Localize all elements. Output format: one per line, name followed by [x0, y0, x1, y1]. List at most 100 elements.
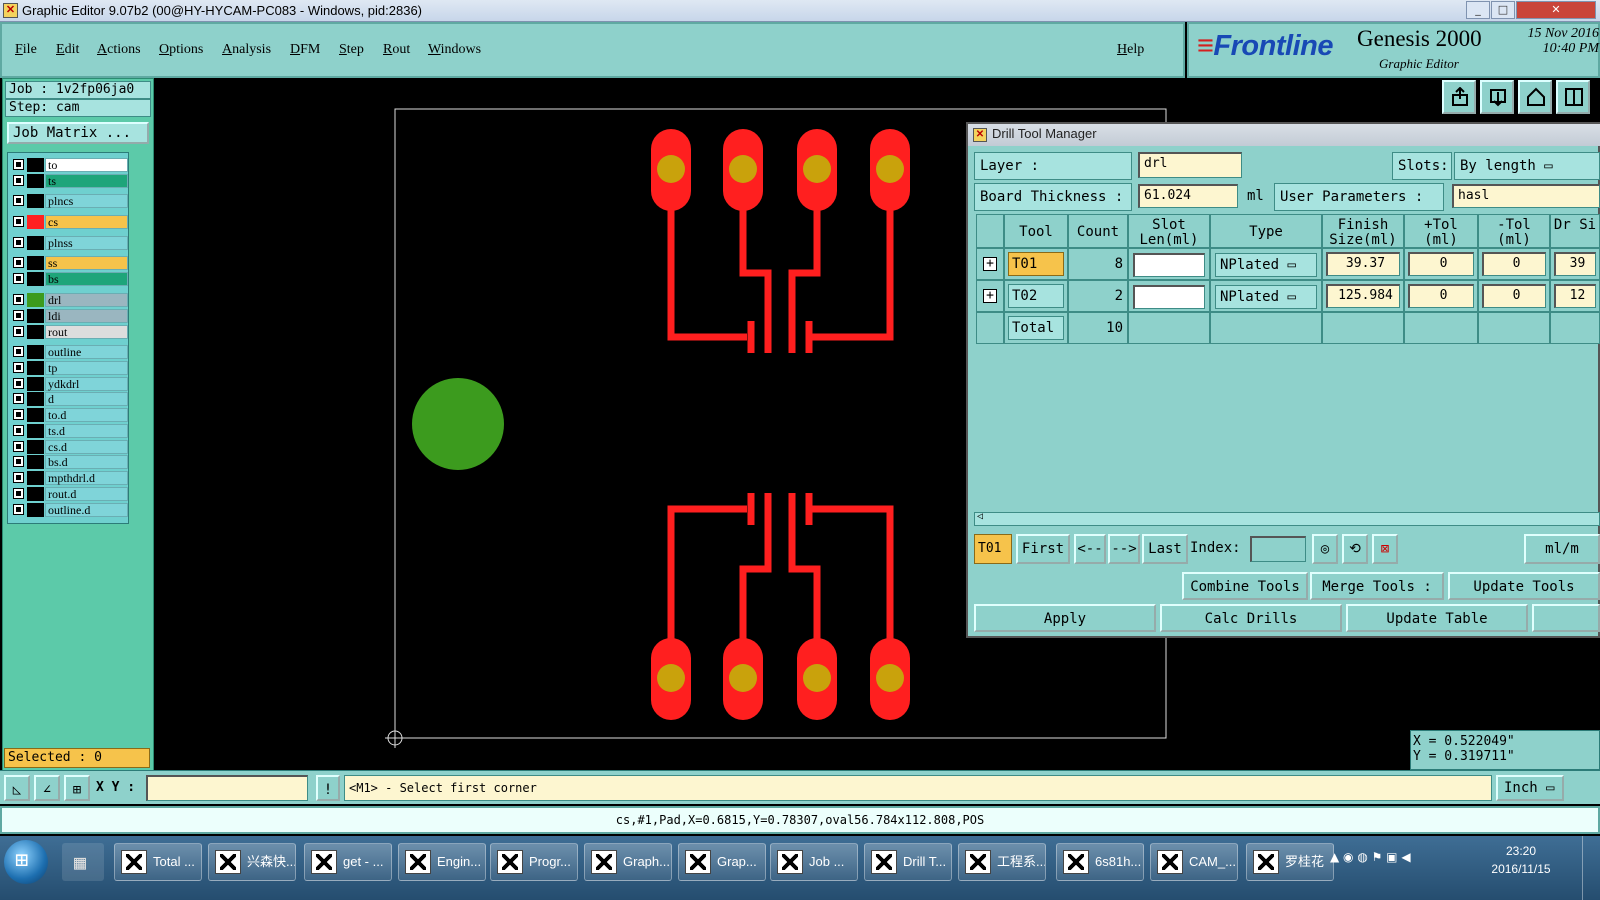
taskbar-item[interactable]: Engin... [398, 843, 486, 881]
layer-checkbox[interactable] [13, 362, 24, 373]
first-button[interactable]: First [1016, 534, 1070, 564]
minus-tol-input[interactable]: 0 [1482, 284, 1546, 308]
menu-file[interactable]: File [15, 42, 37, 58]
lightbulb-button[interactable]: ◎ [1312, 534, 1338, 564]
pinned-calculator[interactable]: ▦ [62, 843, 104, 881]
layer-color-swatch[interactable] [27, 377, 44, 391]
layer-checkbox[interactable] [13, 273, 24, 284]
update-table-button[interactable]: Update Table [1346, 604, 1528, 632]
snap-tool-button[interactable]: ◺ [4, 775, 30, 801]
layer-checkbox[interactable] [13, 257, 24, 268]
drill-size-input[interactable]: 12 [1554, 284, 1596, 308]
layer-row-cs-d[interactable]: cs.d [10, 440, 128, 454]
taskbar-item[interactable]: Total ... [114, 843, 202, 881]
dialog-title-bar[interactable]: ✕ Drill Tool Manager [968, 124, 1600, 146]
menu-help[interactable]: Help [1117, 42, 1144, 58]
finish-size-input[interactable]: 39.37 [1326, 252, 1400, 276]
plus-tol-input[interactable]: 0 [1408, 284, 1474, 308]
slots-select[interactable]: By length ▭ [1454, 152, 1600, 180]
layer-color-swatch[interactable] [27, 392, 44, 406]
layer-checkbox[interactable] [13, 294, 24, 305]
update-tools-button[interactable]: Update Tools [1448, 572, 1600, 600]
layer-checkbox[interactable] [13, 195, 24, 206]
menu-step[interactable]: Step [339, 42, 364, 58]
layer-color-swatch[interactable] [27, 309, 44, 323]
layer-checkbox[interactable] [13, 346, 24, 357]
layer-row-ldi[interactable]: ldi [10, 309, 128, 323]
layer-name[interactable]: plnss [45, 236, 128, 250]
expand-icon[interactable]: + [983, 289, 997, 303]
layer-name[interactable]: mpthdrl.d [45, 471, 128, 485]
layer-checkbox[interactable] [13, 504, 24, 515]
layer-name[interactable]: plncs [45, 194, 128, 208]
menu-rout[interactable]: Rout [383, 42, 410, 58]
layer-checkbox[interactable] [13, 393, 24, 404]
layer-name[interactable]: bs.d [45, 455, 128, 469]
layer-row-rout[interactable]: rout [10, 325, 128, 339]
layer-name[interactable]: bs [45, 272, 128, 286]
layer-color-swatch[interactable] [27, 455, 44, 469]
taskbar-item[interactable]: Job ... [770, 843, 858, 881]
slot-len-input[interactable] [1133, 253, 1205, 277]
layer-name[interactable]: cs.d [45, 440, 128, 454]
plus-tol-input[interactable]: 0 [1408, 252, 1474, 276]
table-row[interactable]: + [976, 280, 1004, 312]
layer-row-bs-d[interactable]: bs.d [10, 455, 128, 469]
layer-color-swatch[interactable] [27, 236, 44, 250]
type-select[interactable]: NPlated ▭ [1215, 285, 1317, 309]
minus-tol-input[interactable]: 0 [1482, 252, 1546, 276]
measure-tool-button[interactable]: ∠ [34, 775, 60, 801]
layer-color-swatch[interactable] [27, 293, 44, 307]
layer-name[interactable]: tp [45, 361, 128, 375]
layer-row-bs[interactable]: bs [10, 272, 128, 286]
layer-name[interactable]: ldi [45, 309, 128, 323]
layer-row-to[interactable]: to [10, 158, 128, 172]
board-thickness-input[interactable]: 61.024 [1138, 184, 1238, 208]
taskbar-item[interactable]: Graph... [584, 843, 672, 881]
layer-checkbox[interactable] [13, 441, 24, 452]
units-select[interactable]: Inch ▭ [1496, 775, 1564, 801]
finish-size-input[interactable]: 125.984 [1326, 284, 1400, 308]
layer-checkbox[interactable] [13, 472, 24, 483]
tool-id[interactable]: T01 [1008, 252, 1064, 276]
drill-size-input[interactable]: 39 [1554, 252, 1596, 276]
layer-color-swatch[interactable] [27, 471, 44, 485]
layout-button[interactable] [1556, 80, 1590, 114]
tool-id[interactable]: T02 [1008, 284, 1064, 308]
taskbar-item[interactable]: 6s81h... [1056, 843, 1144, 881]
layer-name[interactable]: to [45, 158, 128, 172]
layer-row-tp[interactable]: tp [10, 361, 128, 375]
close-button[interactable]: ✕ [1516, 1, 1596, 19]
layer-checkbox[interactable] [13, 159, 24, 170]
taskbar-item[interactable]: get - ... [304, 843, 392, 881]
layer-name[interactable]: d [45, 392, 128, 406]
layer-color-swatch[interactable] [27, 215, 44, 229]
maximize-button[interactable]: □ [1491, 1, 1515, 19]
job-matrix-button[interactable]: Job Matrix ... [7, 122, 149, 144]
layer-name[interactable]: outline [45, 345, 128, 359]
layer-color-swatch[interactable] [27, 361, 44, 375]
taskbar-item[interactable]: 工程系... [958, 843, 1046, 881]
taskbar-item[interactable]: Grap... [678, 843, 766, 881]
show-desktop-button[interactable] [1582, 836, 1600, 900]
user-parameters-input[interactable]: hasl [1452, 184, 1600, 208]
layer-checkbox[interactable] [13, 456, 24, 467]
layer-color-swatch[interactable] [27, 272, 44, 286]
menu-options[interactable]: Options [159, 42, 203, 58]
layer-row-to-d[interactable]: to.d [10, 408, 128, 422]
layer-color-swatch[interactable] [27, 174, 44, 188]
layer-name[interactable]: ts [45, 174, 128, 188]
taskbar-item[interactable]: 兴森快... [208, 843, 296, 881]
layer-row-plnss[interactable]: plnss [10, 236, 128, 250]
taskbar-item[interactable]: CAM_... [1150, 843, 1238, 881]
layer-color-swatch[interactable] [27, 194, 44, 208]
index-input[interactable] [1250, 536, 1306, 562]
apply-button[interactable]: Apply [974, 604, 1156, 632]
layer-checkbox[interactable] [13, 326, 24, 337]
taskbar-item[interactable]: 罗桂花 [1246, 843, 1334, 881]
layer-checkbox[interactable] [13, 175, 24, 186]
combine-tools-button[interactable]: Combine Tools [1182, 572, 1308, 600]
export-button[interactable] [1442, 80, 1476, 114]
prev-button[interactable]: <-- [1074, 534, 1106, 564]
layer-row-ts-d[interactable]: ts.d [10, 424, 128, 438]
